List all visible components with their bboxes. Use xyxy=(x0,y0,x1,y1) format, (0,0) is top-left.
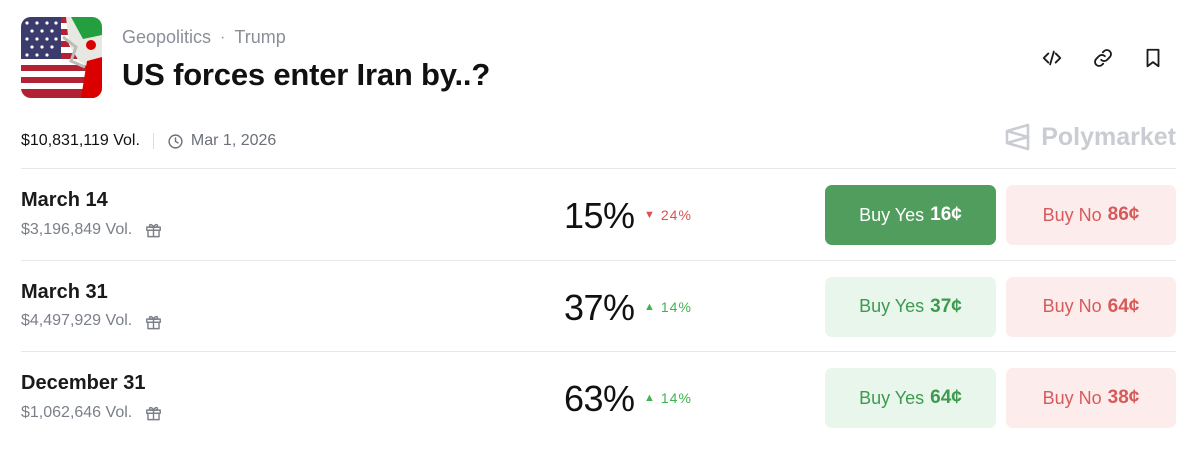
outcome-volume: $1,062,646 Vol. xyxy=(21,403,163,422)
buy-no-button[interactable]: Buy No 64¢ xyxy=(1006,276,1176,337)
buy-yes-price: 37¢ xyxy=(930,295,962,317)
outcome-volume: $4,497,929 Vol. xyxy=(21,312,163,331)
buy-yes-label: Buy Yes xyxy=(859,204,925,225)
buy-yes-button[interactable]: Buy Yes 64¢ xyxy=(825,368,996,428)
outcome-row: March 31 $4,497,929 Vol. 37% ▲ 14% Buy Y… xyxy=(21,259,1176,352)
outcome-volume-text: $1,062,646 Vol. xyxy=(21,403,133,421)
outcome-probability: 15% xyxy=(564,195,635,236)
bookmark-button[interactable] xyxy=(1138,43,1168,73)
buy-no-label: Buy No xyxy=(1042,204,1102,225)
market-header: Geopolitics · Trump US forces enter Iran… xyxy=(21,17,1181,99)
outcome-volume: $3,196,849 Vol. xyxy=(21,220,163,239)
tag-link[interactable]: Trump xyxy=(234,27,285,48)
breadcrumb-separator: · xyxy=(220,28,226,46)
market-thumbnail xyxy=(21,17,102,98)
page-title: US forces enter Iran by..? xyxy=(122,57,491,92)
buy-no-price: 38¢ xyxy=(1107,387,1140,408)
buy-no-button[interactable]: Buy No 38¢ xyxy=(1006,368,1176,428)
trend-down-icon: ▼ xyxy=(644,209,656,221)
total-volume: $10,831,119 Vol. xyxy=(21,132,140,149)
outcome-name: March 14 xyxy=(21,189,108,211)
market-meta: $10,831,119 Vol. Mar 1, 2026 xyxy=(21,128,276,154)
buy-yes-price: 16¢ xyxy=(930,204,962,225)
buy-no-button[interactable]: Buy No 86¢ xyxy=(1006,185,1176,245)
embed-code-icon xyxy=(1042,50,1062,66)
probability-change-value: 14% xyxy=(660,298,692,315)
polymarket-brand: Polymarket xyxy=(1004,122,1176,152)
clock-icon xyxy=(168,133,183,149)
outcome-name: March 31 xyxy=(21,280,108,303)
probability-change: ▲ 14% xyxy=(644,390,692,406)
bookmark-icon xyxy=(1146,48,1160,68)
probability-change-value: 24% xyxy=(660,207,692,223)
trend-up-icon: ▲ xyxy=(644,392,656,404)
outcome-volume-text: $4,497,929 Vol. xyxy=(21,312,133,329)
polymarket-logo-icon xyxy=(1005,123,1030,151)
embed-button[interactable] xyxy=(1037,43,1067,73)
probability-change: ▼ 24% xyxy=(644,207,692,223)
gift-icon[interactable] xyxy=(144,220,163,239)
trend-up-icon: ▲ xyxy=(644,300,656,313)
end-date-text: Mar 1, 2026 xyxy=(190,132,277,149)
probability-change-value: 14% xyxy=(660,390,692,406)
breadcrumb: Geopolitics · Trump xyxy=(122,27,286,48)
buy-yes-label: Buy Yes xyxy=(859,296,925,316)
buy-no-label: Buy No xyxy=(1042,296,1102,316)
outcome-name: December 31 xyxy=(21,372,146,394)
outcome-volume-text: $3,196,849 Vol. xyxy=(21,220,133,238)
outcome-probability: 37% xyxy=(564,286,635,328)
buy-yes-price: 64¢ xyxy=(930,387,962,408)
brand-name: Polymarket xyxy=(1041,122,1176,151)
buy-yes-button[interactable]: Buy Yes 37¢ xyxy=(825,276,996,337)
gift-icon[interactable] xyxy=(144,312,163,331)
buy-yes-label: Buy Yes xyxy=(859,387,925,408)
buy-no-price: 64¢ xyxy=(1107,295,1140,317)
copy-link-button[interactable] xyxy=(1088,43,1118,73)
buy-no-label: Buy No xyxy=(1042,387,1102,408)
category-link[interactable]: Geopolitics xyxy=(122,27,211,48)
buy-yes-button[interactable]: Buy Yes 16¢ xyxy=(825,185,996,245)
meta-divider xyxy=(152,133,154,149)
probability-change: ▲ 14% xyxy=(644,299,692,315)
outcome-list: March 14 $3,196,849 Vol. 15% ▼ 24% Buy Y… xyxy=(21,168,1176,443)
gift-icon[interactable] xyxy=(144,403,163,422)
outcome-probability: 63% xyxy=(564,378,635,419)
buy-no-price: 86¢ xyxy=(1107,204,1140,225)
link-icon xyxy=(1094,49,1112,67)
outcome-row: December 31 $1,062,646 Vol. 63% ▲ 14% Bu… xyxy=(21,351,1176,443)
end-date: Mar 1, 2026 xyxy=(167,132,276,150)
outcome-row: March 14 $3,196,849 Vol. 15% ▼ 24% Buy Y… xyxy=(21,168,1176,260)
